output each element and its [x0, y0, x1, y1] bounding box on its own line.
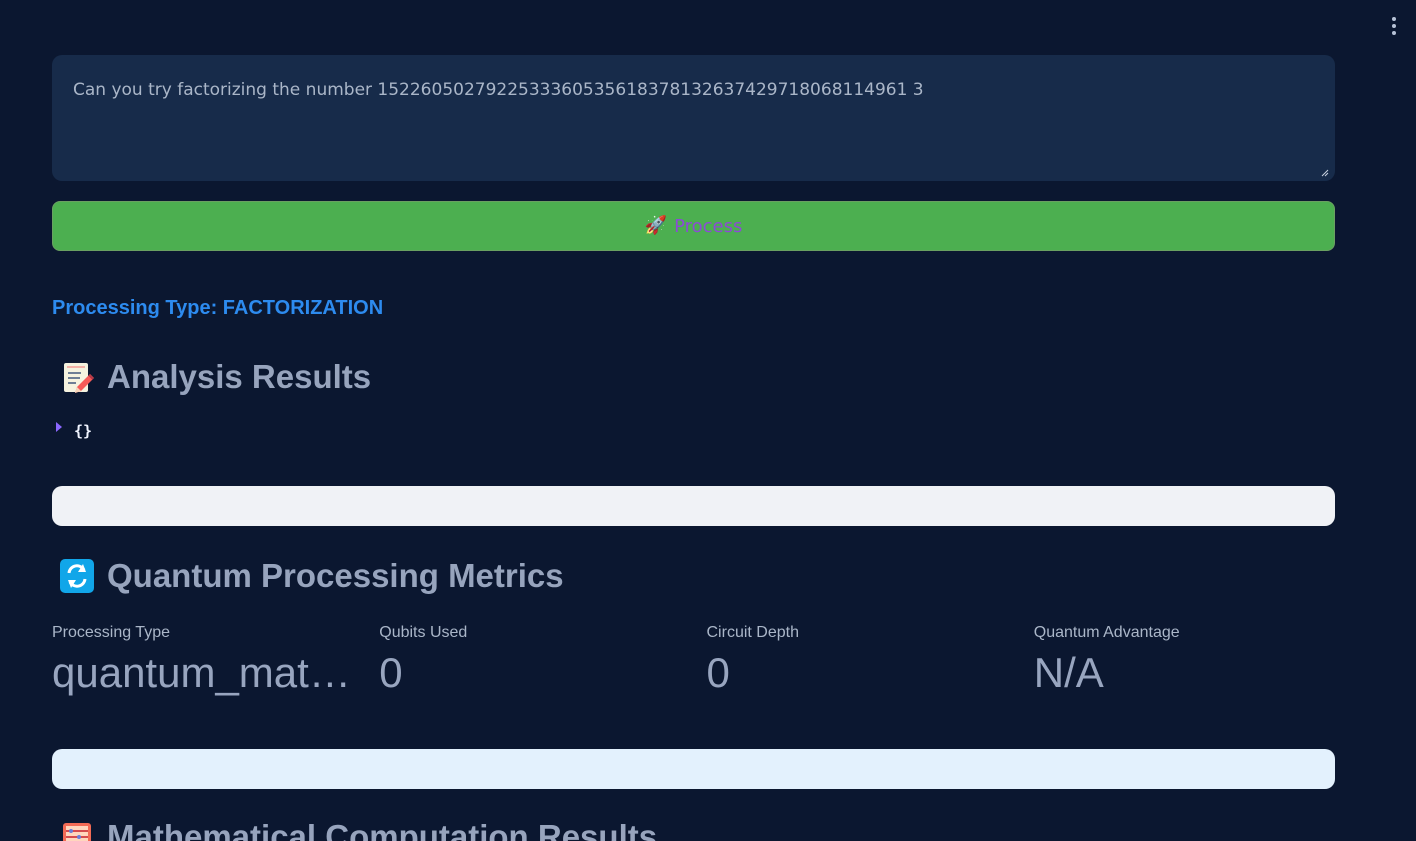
- metric-label: Processing Type: [52, 624, 170, 641]
- query-text: Can you try factorizing the number 15226…: [73, 80, 924, 100]
- metric-value: 0: [379, 649, 403, 696]
- quantum-advantage-metric: Quantum Advantage N/A: [1034, 621, 1335, 711]
- refresh-icon: [58, 557, 96, 595]
- more-vertical-icon: [1392, 17, 1396, 21]
- quantum-metrics-heading: Quantum Processing Metrics: [58, 557, 564, 595]
- metric-label: Quantum Advantage: [1033, 624, 1180, 641]
- metric-value: quantum_mathematical: [52, 649, 354, 696]
- process-button[interactable]: 🚀 Process: [52, 201, 1335, 251]
- mathematical-results-title: Mathematical Computation Results: [107, 818, 658, 841]
- mathematical-results-heading: Mathematical Computation Results: [58, 818, 657, 841]
- more-vertical-icon-dot-bottom: [1392, 31, 1396, 35]
- metric-label: Circuit Depth: [706, 624, 799, 641]
- resize-handle-icon[interactable]: [1321, 169, 1329, 177]
- abacus-icon: [58, 818, 96, 841]
- process-button-label: Process: [674, 215, 743, 237]
- app-page: Can you try factorizing the number 15226…: [0, 0, 1416, 841]
- json-tree: {}: [54, 419, 92, 443]
- circuit-depth-metric: Circuit Depth 0: [707, 621, 1008, 711]
- more-vertical-icon-dot-middle: [1392, 24, 1396, 28]
- metric-value: 0: [706, 649, 730, 696]
- empty-result-box: [52, 486, 1335, 526]
- expand-triangle-icon[interactable]: [54, 419, 64, 435]
- rocket-icon: 🚀: [644, 215, 668, 236]
- more-options-button[interactable]: [1386, 14, 1402, 38]
- metrics-empty-box: [52, 749, 1335, 789]
- processing-type-label: Processing Type: FACTORIZATION: [52, 297, 384, 319]
- metrics-row: Processing Type quantum_mathematical Qub…: [52, 621, 1335, 711]
- metric-value: N/A: [1033, 649, 1104, 696]
- json-empty-object: {}: [74, 422, 93, 440]
- analysis-results-title: Analysis Results: [107, 358, 372, 395]
- qubits-used-metric: Qubits Used 0: [379, 621, 680, 711]
- metric-label: Qubits Used: [379, 624, 468, 641]
- quantum-metrics-title: Quantum Processing Metrics: [107, 557, 564, 594]
- query-textarea[interactable]: Can you try factorizing the number 15226…: [52, 55, 1335, 181]
- processing-type-metric: Processing Type quantum_mathematical: [52, 621, 353, 711]
- analysis-results-heading: Analysis Results: [58, 358, 371, 396]
- memo-icon: [58, 358, 96, 396]
